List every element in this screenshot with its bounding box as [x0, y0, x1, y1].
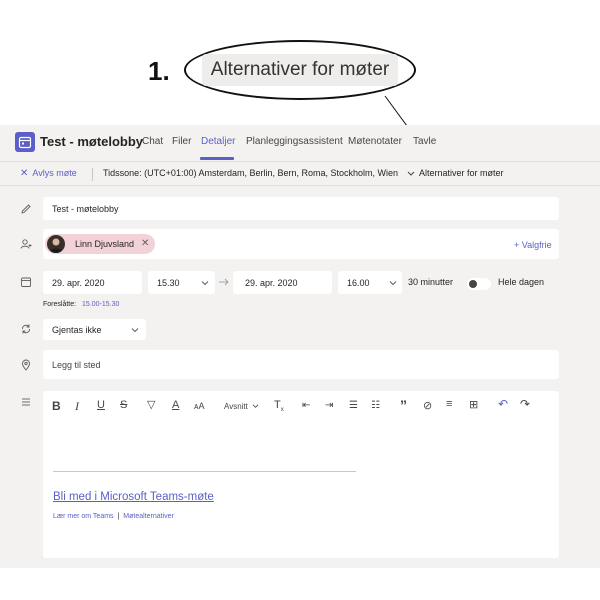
suggested-times: Foreslåtte: 15.00-15.30	[43, 301, 119, 308]
increase-indent-icon[interactable]: ⇥	[325, 400, 333, 411]
chevron-down-icon	[201, 280, 209, 285]
tab-meeting-notes[interactable]: Møtenotater	[348, 136, 402, 147]
meeting-options-link[interactable]: Møtealternativer	[123, 513, 174, 520]
recurrence-value: Gjentas ikke	[52, 324, 102, 335]
calendar-app-icon	[15, 132, 35, 152]
suggested-label: Foreslåtte:	[43, 301, 77, 308]
cancel-meeting-button[interactable]: ✕ Avlys møte	[20, 168, 77, 179]
tab-whiteboard[interactable]: Tavle	[413, 136, 436, 147]
toggle-knob	[469, 280, 477, 288]
meeting-options-button[interactable]: Alternativer for møter	[419, 168, 504, 178]
attendee-chip[interactable]: Linn Djuvsland ✕	[45, 234, 155, 254]
avatar	[47, 235, 65, 253]
learn-more-link[interactable]: Lær mer om Teams	[53, 513, 114, 520]
location-placeholder: Legg til sted	[52, 359, 101, 370]
numbered-list-icon[interactable]: ☷	[371, 400, 380, 411]
recurrence-select[interactable]: Gjentas ikke	[43, 319, 146, 340]
chevron-down-icon	[407, 171, 414, 176]
paragraph-style-dropdown[interactable]: Avsnitt	[224, 402, 259, 411]
end-date-picker[interactable]: 29. apr. 2020	[233, 271, 332, 294]
toolbar-separator	[92, 168, 93, 181]
repeat-icon	[22, 324, 30, 334]
timezone-dropdown[interactable]: Tidssone: (UTC+01:00) Amsterdam, Berlin,…	[103, 168, 415, 178]
tab-details[interactable]: Detaljer	[201, 136, 235, 147]
add-people-icon	[20, 239, 32, 249]
italic-icon[interactable]: I	[75, 399, 79, 414]
start-time-value: 15.30	[157, 277, 180, 288]
suggested-time-link[interactable]: 15.00-15.30	[82, 301, 119, 308]
meeting-toolbar: ✕ Avlys møte Tidssone: (UTC+01:00) Amster…	[0, 162, 600, 186]
chevron-down-icon	[252, 404, 259, 408]
tab-files[interactable]: Filer	[172, 136, 191, 147]
link-icon[interactable]: ⊘	[423, 399, 432, 412]
paragraph-style-label: Avsnitt	[224, 402, 248, 411]
meeting-title: Test - møtelobby	[40, 134, 144, 149]
font-color-icon[interactable]: A	[172, 399, 179, 411]
editor-separator	[53, 471, 356, 472]
bulleted-list-icon[interactable]: ☰	[349, 400, 358, 411]
location-pin-icon	[22, 359, 30, 371]
page-margin	[0, 568, 600, 600]
all-day-label: Hele dagen	[498, 277, 545, 287]
link-separator: |	[117, 513, 120, 520]
start-date-value: 29. apr. 2020	[52, 277, 105, 288]
all-day-toggle[interactable]	[467, 278, 491, 290]
bold-icon[interactable]: B	[52, 399, 61, 413]
footer-links: Lær mer om Teams | Møtealternativer	[53, 513, 174, 520]
step-number: 1.	[148, 56, 170, 86]
undo-icon[interactable]: ↶	[498, 397, 508, 411]
divider	[0, 185, 600, 186]
header-tabbar: Test - møtelobby Chat Filer Detaljer Pla…	[0, 125, 600, 161]
location-input[interactable]: Legg til sted	[43, 350, 559, 379]
redo-icon[interactable]: ↷	[520, 397, 530, 411]
table-icon[interactable]: ⊞	[469, 398, 478, 411]
timezone-label: Tidssone: (UTC+01:00) Amsterdam, Berlin,…	[103, 168, 399, 178]
font-size-icon[interactable]: ᴀA	[194, 401, 204, 411]
end-time-value: 16.00	[347, 277, 370, 288]
meeting-details-editor[interactable]: B I U S ▽ A ᴀA Avsnitt Tx ⇤ ⇥ ☰ ☷ ” ⊘ ≡ …	[43, 391, 559, 558]
pencil-icon	[21, 204, 31, 214]
end-date-value: 29. apr. 2020	[245, 277, 298, 288]
strikethrough-icon[interactable]: S	[120, 399, 127, 411]
remove-attendee-icon[interactable]: ✕	[141, 238, 149, 249]
join-teams-meeting-link[interactable]: Bli med i Microsoft Teams-møte	[53, 491, 214, 503]
clock-calendar-icon	[21, 277, 31, 287]
start-time-select[interactable]: 15.30	[148, 271, 215, 294]
cancel-meeting-label: Avlys møte	[32, 168, 77, 178]
details-list-icon	[22, 398, 30, 406]
chevron-down-icon	[131, 327, 139, 332]
tab-scheduling-assistant[interactable]: Planleggingsassistent	[246, 136, 343, 147]
title-input[interactable]: Test - møtelobby	[43, 197, 559, 220]
active-tab-indicator	[200, 157, 234, 160]
attendee-name: Linn Djuvsland	[75, 239, 135, 249]
quote-icon[interactable]: ”	[400, 397, 407, 413]
underline-icon[interactable]: U	[97, 399, 105, 411]
close-icon: ✕	[20, 168, 29, 179]
arrow-right-icon	[219, 278, 229, 286]
annotation-callout: 1. Alternativer for møter	[0, 0, 600, 130]
teams-meeting-window: Test - møtelobby Chat Filer Detaljer Pla…	[0, 125, 600, 568]
chevron-down-icon	[389, 280, 397, 285]
callout-label: Alternativer for møter	[202, 54, 398, 86]
horizontal-rule-icon[interactable]: ≡	[446, 398, 452, 410]
add-optional-button[interactable]: + Valgfrie	[514, 240, 552, 250]
highlight-icon[interactable]: ▽	[147, 398, 155, 411]
tab-chat[interactable]: Chat	[142, 136, 163, 147]
clear-format-icon[interactable]: Tx	[274, 399, 284, 413]
start-date-picker[interactable]: 29. apr. 2020	[43, 271, 142, 294]
duration-label: 30 minutter	[408, 277, 454, 287]
decrease-indent-icon[interactable]: ⇤	[302, 400, 310, 411]
end-time-select[interactable]: 16.00	[338, 271, 402, 294]
title-value: Test - møtelobby	[52, 203, 119, 214]
